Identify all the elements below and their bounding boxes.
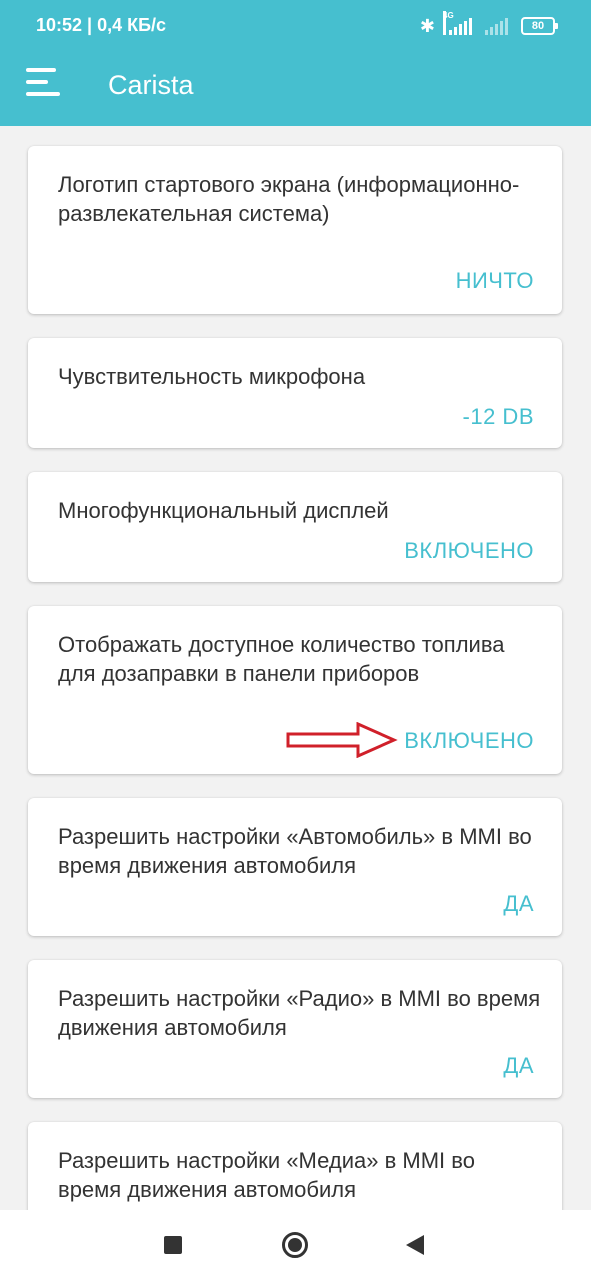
status-time: 10:52 | 0,4 КБ/с <box>36 15 167 35</box>
app-title: Carista <box>108 70 194 100</box>
back-triangle-icon[interactable] <box>404 1233 426 1257</box>
setting-card-mmi-radio-while-driving[interactable]: Разрешить настройки «Радио» в MMI во вре… <box>28 960 562 1098</box>
setting-title: Чувствительность микрофона <box>58 364 366 389</box>
setting-value: ДА <box>503 891 534 916</box>
system-nav-bar <box>0 1210 591 1280</box>
battery-icon: 80 <box>521 17 558 35</box>
setting-title: Разрешить настройки «Радио» в MMI во вре… <box>58 986 541 1040</box>
setting-card-multifunction-display[interactable]: Многофункциональный дисплей ВКЛЮЧЕНО <box>28 472 562 582</box>
setting-title: Разрешить настройки «Автомобиль» в MMI в… <box>58 824 532 878</box>
setting-title: Разрешить настройки «Медиа» в MMI во вре… <box>58 1148 475 1202</box>
signal-4g-icon: 4G <box>443 11 473 35</box>
signal-sim2-icon <box>483 17 511 35</box>
home-circle-icon[interactable] <box>282 1232 308 1258</box>
annotation-arrow-icon <box>286 722 398 758</box>
setting-title: Многофункциональный дисплей <box>58 498 389 523</box>
setting-value: -12 DB <box>462 404 534 429</box>
status-icons: ✱ 4G 80 <box>419 11 558 39</box>
bluetooth-icon: ✱ <box>419 16 435 36</box>
setting-value: ВКЛЮЧЕНО <box>404 728 534 753</box>
menu-button[interactable] <box>26 68 60 98</box>
hamburger-icon <box>26 68 56 72</box>
network-type-label: 4G <box>443 11 454 35</box>
setting-value: НИЧТО <box>455 268 534 293</box>
setting-card-startup-logo[interactable]: Логотип стартового экрана (информационно… <box>28 146 562 314</box>
setting-card-mic-sensitivity[interactable]: Чувствительность микрофона -12 DB <box>28 338 562 448</box>
app-bar: 10:52 | 0,4 КБ/с ✱ 4G 80 Carista <box>0 0 591 126</box>
recents-square-icon[interactable] <box>164 1236 182 1254</box>
setting-value: ДА <box>503 1053 534 1078</box>
setting-title: Отображать доступное количество топлива … <box>58 632 505 686</box>
setting-value: ВКЛЮЧЕНО <box>404 538 534 563</box>
setting-title: Логотип стартового экрана (информационно… <box>58 172 520 226</box>
setting-card-mmi-car-while-driving[interactable]: Разрешить настройки «Автомобиль» в MMI в… <box>28 798 562 936</box>
